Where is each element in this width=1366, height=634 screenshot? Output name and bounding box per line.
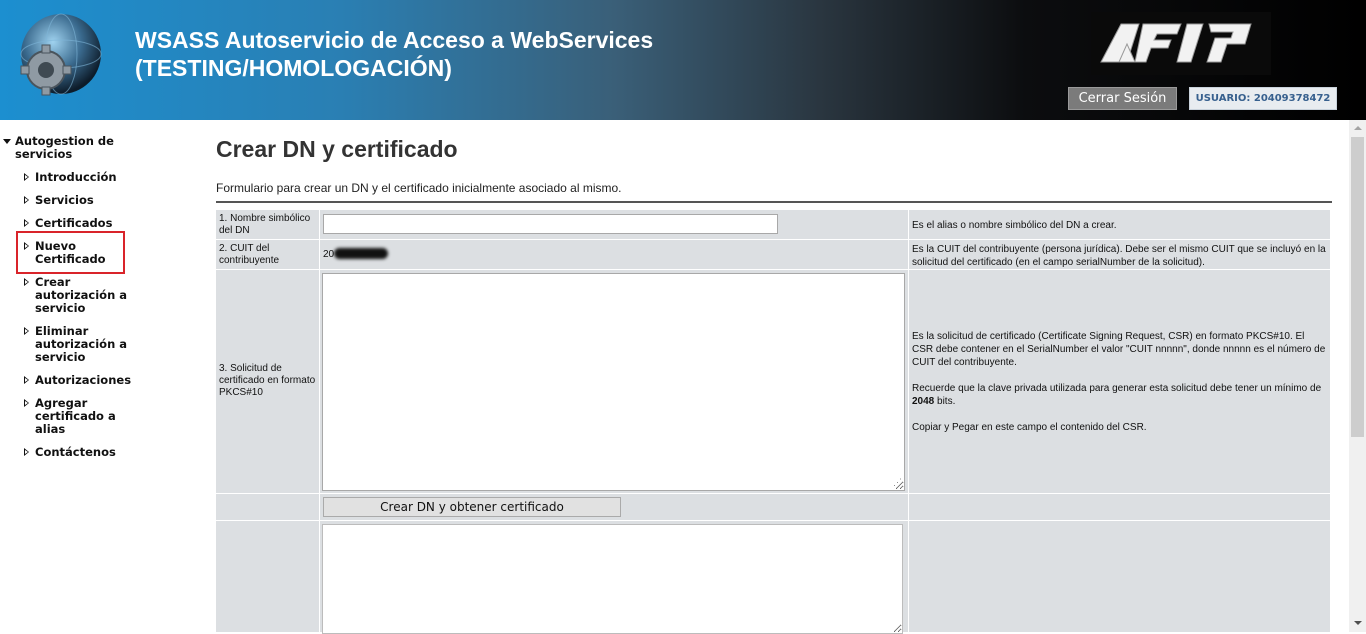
submit-cell: Crear DN y obtener certificado (320, 494, 908, 520)
vertical-scrollbar[interactable] (1349, 120, 1366, 632)
sidebar-item-label: Crear autorización a servicio (35, 275, 128, 315)
csr-textarea[interactable] (322, 273, 905, 491)
field-input-cell: 20 (320, 240, 908, 269)
sidebar-item-certificados[interactable]: Certificados (24, 217, 144, 230)
csr-help-text: bits. (934, 396, 956, 407)
scroll-up-arrow-icon[interactable] (1349, 120, 1366, 137)
header-banner: WSASS Autoservicio de Acceso a WebServic… (0, 0, 1366, 120)
triangle-right-icon (24, 173, 29, 181)
csr-help-bold: 2048 (912, 396, 935, 407)
form-row-cuit: 2. CUIT del contribuyente 20 Es la CUIT … (216, 240, 1330, 269)
empty-cell (909, 521, 1330, 632)
submit-button[interactable]: Crear DN y obtener certificado (323, 497, 621, 517)
triangle-right-icon (24, 399, 29, 407)
sidebar-item-servicios[interactable]: Servicios (24, 194, 144, 207)
sidebar-item-autorizaciones[interactable]: Autorizaciones (24, 374, 144, 387)
triangle-down-icon (3, 139, 11, 144)
sidebar-nav: Autogestion de servicios Introducción Se… (0, 120, 200, 632)
field-input-cell (320, 210, 908, 239)
csr-help-paragraph-1: Es la solicitud de certificado (Certific… (912, 331, 1326, 368)
logout-button[interactable]: Cerrar Sesión (1068, 87, 1177, 110)
form-row-alias: 1. Nombre simbólico del DN Es el alias o… (216, 210, 1330, 239)
sidebar-item-contactenos[interactable]: Contáctenos (24, 446, 144, 459)
sidebar-item-introduccion[interactable]: Introducción (24, 171, 144, 184)
alias-input[interactable] (323, 214, 778, 234)
sidebar-root-label: Autogestion de servicios (15, 134, 114, 161)
sidebar-item-label: Eliminar autorización a servicio (35, 324, 128, 364)
csr-help-paragraph-3: Copiar y Pegar en este campo el contenid… (912, 422, 1147, 433)
divider (216, 201, 1332, 203)
triangle-right-icon (24, 376, 29, 384)
triangle-right-icon (24, 448, 29, 456)
triangle-right-icon (24, 327, 29, 335)
field-label: 2. CUIT del contribuyente (216, 240, 319, 269)
empty-cell (216, 521, 319, 632)
sidebar-item-label: Agregar certificado a alias (35, 396, 116, 436)
field-input-cell: ⋰ (320, 270, 908, 493)
app-title: WSASS Autoservicio de Acceso a WebServic… (135, 26, 653, 82)
app-title-line1: WSASS Autoservicio de Acceso a WebServic… (135, 27, 654, 53)
field-help: Es el alias o nombre simbólico del DN a … (909, 210, 1330, 239)
sidebar-item-crear-autorizacion[interactable]: Crear autorización a servicio (24, 276, 128, 315)
afip-logo-icon (1100, 23, 1252, 63)
result-textarea[interactable] (322, 524, 903, 634)
scroll-down-arrow-icon[interactable] (1349, 615, 1366, 632)
field-label: 1. Nombre simbólico del DN (216, 210, 319, 239)
sidebar-item-label: Servicios (35, 193, 94, 207)
sidebar-item-label: Autorizaciones (35, 373, 132, 387)
triangle-right-icon (24, 196, 29, 204)
resize-grip-icon[interactable]: ⋰ (893, 478, 902, 487)
form-row-csr: 3. Solicitud de certificado en formato P… (216, 270, 1330, 493)
field-help: Es la solicitud de certificado (Certific… (909, 270, 1330, 493)
cuit-value: 20 (323, 249, 335, 260)
app-title-line2: (TESTING/HOMOLOGACIÓN) (135, 55, 452, 81)
csr-help-text: Recuerde que la clave privada utilizada … (912, 383, 1322, 394)
afip-logo (1091, 12, 1271, 75)
result-cell (320, 521, 908, 634)
highlight-box (16, 231, 125, 274)
sidebar-item-agregar-certificado[interactable]: Agregar certificado a alias (24, 397, 128, 436)
page-description: Formulario para crear un DN y el certifi… (216, 181, 622, 195)
triangle-right-icon (24, 219, 29, 227)
main-content: Crear DN y certificado Formulario para c… (216, 120, 1332, 634)
sidebar-item-label: Certificados (35, 216, 113, 230)
field-help: Es la CUIT del contribuyente (persona ju… (909, 240, 1330, 269)
sidebar-root-autogestion[interactable]: Autogestion de servicios (3, 135, 123, 161)
globe-gear-icon (20, 13, 102, 96)
form-row-submit: Crear DN y obtener certificado (216, 494, 1330, 520)
sidebar-item-label: Introducción (35, 170, 117, 184)
empty-cell (216, 494, 319, 520)
csr-help-paragraph-2: Recuerde que la clave privada utilizada … (912, 382, 1327, 408)
user-badge: USUARIO: 20409378472 (1189, 87, 1337, 110)
sidebar-item-eliminar-autorizacion[interactable]: Eliminar autorización a servicio (24, 325, 128, 364)
field-label: 3. Solicitud de certificado en formato P… (216, 270, 319, 493)
sidebar-item-label: Contáctenos (35, 445, 116, 459)
redacted-mark (334, 248, 388, 259)
form-row-result (216, 521, 1330, 634)
page-title: Crear DN y certificado (216, 136, 458, 162)
triangle-right-icon (24, 278, 29, 286)
scroll-thumb[interactable] (1351, 137, 1364, 437)
empty-cell (909, 494, 1330, 520)
